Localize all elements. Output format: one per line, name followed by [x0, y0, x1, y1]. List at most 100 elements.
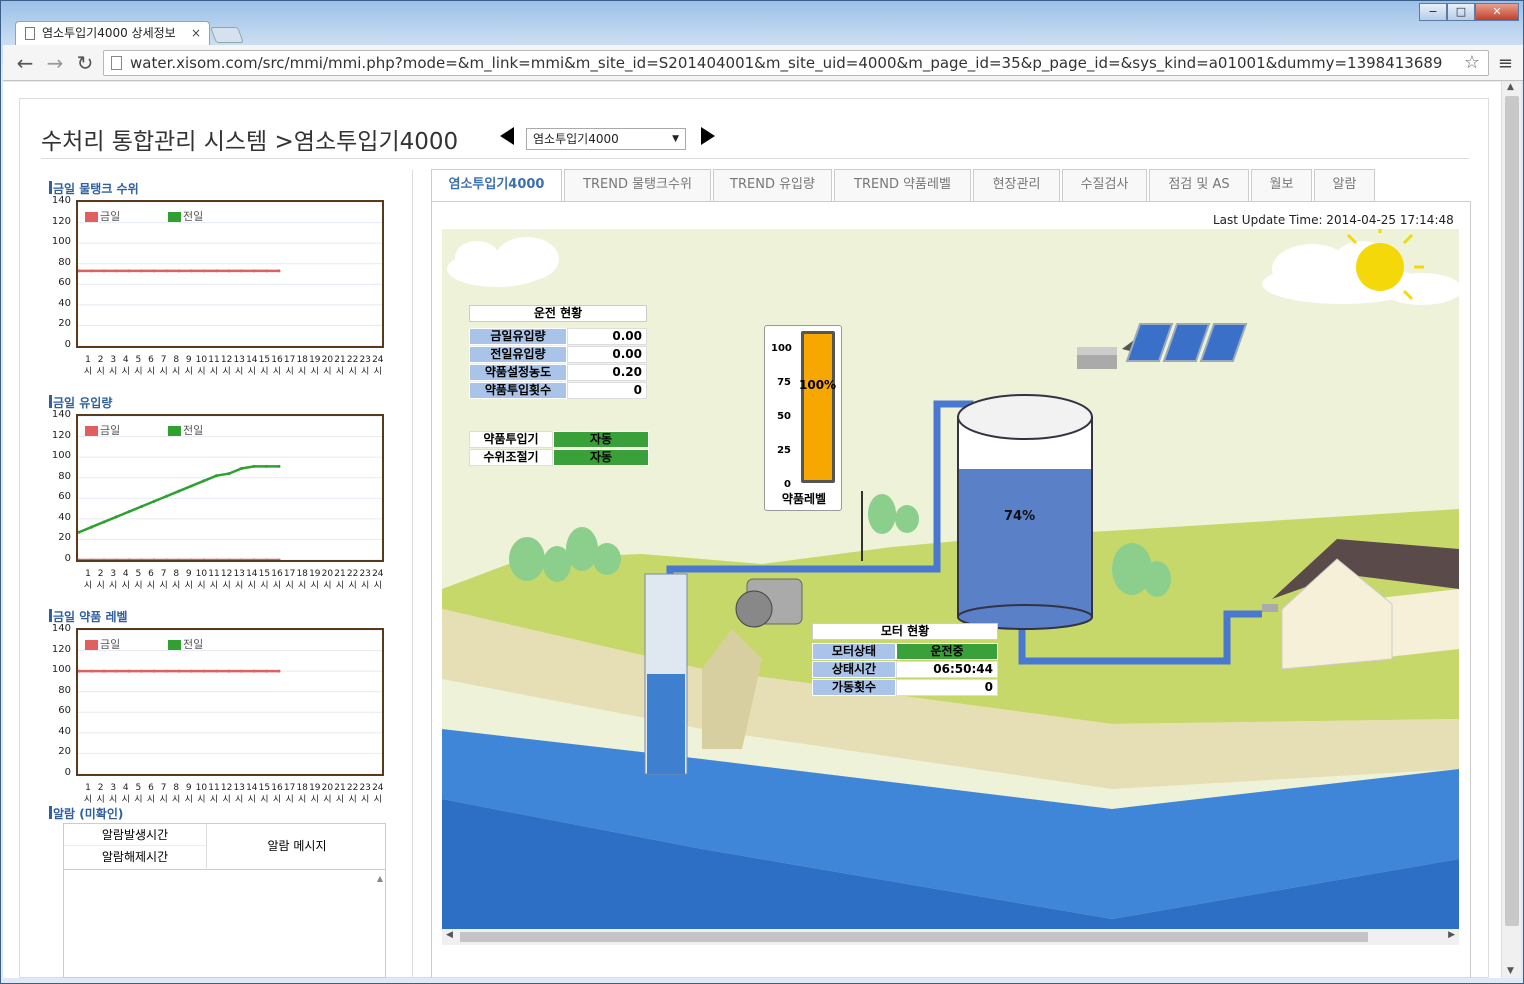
legend-swatch: [168, 426, 181, 436]
scroll-thumb[interactable]: [460, 932, 1368, 942]
vertical-scrollbar[interactable]: ▲ ▼: [1501, 82, 1521, 978]
maximize-button[interactable]: □: [1447, 3, 1475, 21]
legend-item: 전일: [168, 208, 203, 224]
forward-icon[interactable]: →: [43, 51, 67, 75]
data-point: [227, 669, 231, 673]
data-point: [102, 269, 106, 273]
back-icon[interactable]: ←: [13, 51, 37, 75]
scroll-thumb[interactable]: [1505, 96, 1519, 926]
browser-tab[interactable]: 염소투입기4000 상세정보 ×: [15, 21, 210, 45]
mode-label: 수위조절기: [469, 449, 553, 466]
data-point: [190, 484, 193, 488]
legend-label: 금일: [100, 638, 121, 651]
data-point: [177, 489, 181, 493]
data-point: [265, 269, 268, 273]
y-tick-label: 120: [51, 643, 71, 655]
gauge-fill: [804, 334, 832, 480]
y-tick-label: 0: [64, 339, 71, 350]
data-point: [140, 558, 143, 562]
data-point: [102, 520, 106, 524]
new-tab-button[interactable]: [210, 27, 244, 43]
faucet-icon: [1262, 604, 1278, 612]
motor-title: 모터 현황: [812, 623, 998, 640]
data-point: [265, 558, 268, 562]
data-point: [127, 669, 131, 673]
motor-row-label: 상태시간: [812, 661, 896, 678]
data-point: [252, 669, 256, 673]
data-point: [202, 479, 206, 483]
solar-panels: [1077, 323, 1248, 369]
data-point: [252, 269, 256, 273]
y-tick-label: 20: [58, 318, 71, 330]
data-point: [90, 525, 93, 529]
data-point: [177, 558, 181, 562]
y-tick-label: 80: [58, 256, 71, 268]
scroll-left-icon[interactable]: ◀: [446, 930, 453, 940]
scroll-right-icon[interactable]: ▶: [1448, 930, 1455, 940]
mode-label: 약품투입기: [469, 431, 553, 448]
legend-swatch: [85, 212, 98, 222]
data-point: [277, 269, 281, 273]
data-point: [115, 269, 118, 273]
chevron-down-icon: ▼: [672, 134, 679, 144]
reload-icon[interactable]: ↻: [73, 51, 97, 75]
data-point: [90, 558, 93, 562]
tab-site[interactable]: 염소투입기4000: [431, 169, 562, 202]
y-tick-label: 40: [58, 297, 71, 309]
tab-close-icon[interactable]: ×: [191, 22, 201, 44]
data-point: [240, 669, 243, 673]
data-point: [140, 269, 143, 273]
divider: [41, 158, 1469, 159]
tank-percent: 74%: [1004, 509, 1036, 524]
data-point: [115, 558, 118, 562]
series-line: [78, 465, 279, 534]
minimize-button[interactable]: −: [1419, 3, 1447, 21]
data-point: [127, 510, 131, 514]
last-update-time: Last Update Time: 2014-04-25 17:14:48: [1213, 213, 1454, 227]
prev-arrow-icon[interactable]: [500, 127, 514, 145]
data-point: [215, 669, 218, 673]
tab-field[interactable]: 현장관리: [973, 169, 1060, 201]
tab-bar: 염소투입기4000 TREND 물탱크수위 TREND 유입량 TREND 약품…: [431, 169, 1471, 202]
op-row-value: 0.20: [567, 364, 647, 381]
data-point: [252, 558, 256, 562]
data-point: [152, 558, 156, 562]
legend-swatch: [168, 212, 181, 222]
data-point: [152, 499, 156, 503]
horizontal-scrollbar[interactable]: ◀ ▶: [442, 929, 1459, 945]
y-tick-label: 40: [58, 725, 71, 737]
tab-alarm[interactable]: 알람: [1314, 169, 1375, 201]
close-window-button[interactable]: ✕: [1475, 3, 1519, 21]
bookmark-star-icon[interactable]: ☆: [1464, 51, 1480, 75]
chart-svg: [77, 201, 382, 347]
motor-row-value: 0: [896, 679, 998, 696]
y-tick-label: 120: [51, 215, 71, 227]
tab-quality[interactable]: 수질검사: [1062, 169, 1147, 201]
next-arrow-icon[interactable]: [701, 127, 715, 145]
data-point: [165, 558, 168, 562]
site-select-value: 염소투입기4000: [533, 132, 619, 146]
alarm-table: 알람발생시간 알람해제시간 알람 메시지 ▲: [63, 823, 386, 978]
page-title: 수처리 통합관리 시스템 >염소투입기4000: [41, 129, 459, 155]
tab-inspection[interactable]: 점검 및 AS: [1149, 169, 1249, 201]
y-tick-label: 80: [58, 684, 71, 696]
scroll-down-icon[interactable]: ▼: [1507, 966, 1514, 976]
address-bar[interactable]: water.xisom.com/src/mmi/mmi.php?mode=&m_…: [103, 50, 1489, 76]
scroll-up-icon[interactable]: ▲: [1507, 82, 1514, 92]
cloud-left: [447, 237, 559, 287]
tab-trend-chem[interactable]: TREND 약품레벨: [834, 169, 971, 201]
tab-trend-level[interactable]: TREND 물탱크수위: [564, 169, 711, 201]
tab-trend-inflow[interactable]: TREND 유입량: [713, 169, 832, 201]
legend-label: 전일: [183, 210, 204, 223]
y-tick-label: 100: [51, 236, 71, 248]
site-select[interactable]: 염소투입기4000 ▼: [526, 128, 686, 150]
y-tick-label: 100: [51, 450, 71, 462]
scroll-up-icon[interactable]: ▲: [377, 874, 383, 883]
menu-icon[interactable]: ≡: [1498, 53, 1513, 74]
x-tick-label: 24 시: [372, 783, 384, 805]
url-text: water.xisom.com/src/mmi/mmi.php?mode=&m_…: [130, 54, 1443, 72]
tab-monthly[interactable]: 월보: [1251, 169, 1312, 201]
data-point: [252, 464, 256, 468]
data-point: [240, 269, 243, 273]
data-point: [152, 269, 156, 273]
